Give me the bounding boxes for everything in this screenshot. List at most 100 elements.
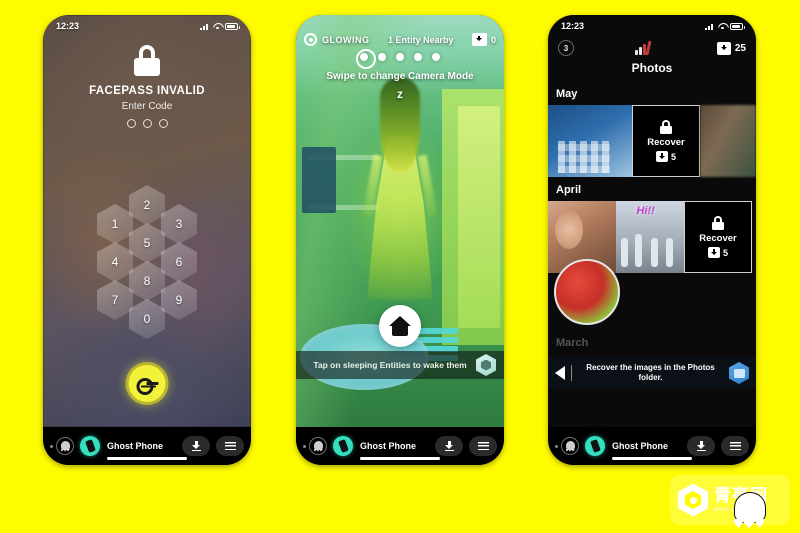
app-icon[interactable] [585, 436, 605, 456]
wifi-icon [718, 23, 727, 30]
snapchat-ghost-icon[interactable] [309, 437, 327, 455]
bar-actions [182, 436, 244, 456]
lock-title: FACEPASS INVALID [89, 85, 205, 97]
page-title: Photos [631, 61, 673, 75]
recover-count: 5 [707, 247, 728, 258]
camera-mode-label: GLOWING [322, 34, 370, 45]
home-indicator [360, 457, 440, 460]
keypad-key-6[interactable]: 6 [161, 242, 197, 282]
capture-count: 0 [490, 34, 496, 45]
notification-dot [555, 444, 558, 448]
hex-badge-icon[interactable] [729, 362, 749, 384]
keypad-key-1[interactable]: 1 [97, 204, 133, 244]
ghost-entity[interactable] [345, 76, 455, 307]
sleep-indicator: z [397, 87, 403, 101]
lock-screen-content: 12:23 FACEPASS INVALID Enter Code 2 1 3 [43, 15, 251, 427]
download-count: 25 [734, 42, 746, 54]
dancing-photo[interactable]: Hi!! [616, 201, 684, 273]
snapchat-ghost-icon[interactable] [56, 437, 74, 455]
photos-list[interactable]: May Recover 5 April Hi!! Recover 5 March [548, 81, 756, 389]
ar-door [458, 105, 500, 329]
status-icons [200, 22, 240, 30]
scan-mode-icon [304, 33, 317, 46]
camera-top-bar: GLOWING 1 Entity Nearby 0 [296, 33, 504, 46]
keypad-key-8[interactable]: 8 [129, 261, 165, 301]
ghost-icon [734, 492, 766, 528]
phone-photos-screen: 12:23 3 25 Photos May Recover 5 April Hi… [548, 15, 756, 465]
menu-button[interactable] [721, 436, 749, 456]
mode-dot[interactable] [378, 53, 386, 61]
signal-icon [705, 22, 715, 30]
blurred-photo[interactable] [700, 105, 756, 177]
recover-label: Recover [699, 233, 737, 244]
download-icon [716, 41, 731, 55]
notification-dot [303, 444, 306, 448]
menu-button[interactable] [469, 436, 497, 456]
entity-count-badge: 3 [558, 40, 574, 56]
bedroom-photo[interactable] [548, 105, 632, 177]
key-button[interactable] [125, 362, 169, 405]
photo-overlay-text: Hi!! [636, 205, 655, 218]
keypad-key-9[interactable]: 9 [161, 280, 197, 320]
download-button[interactable] [182, 436, 210, 456]
recover-tile-may[interactable]: Recover 5 [632, 105, 700, 177]
app-name: Ghost Phone [360, 441, 416, 451]
keypad-key-2[interactable]: 2 [129, 185, 165, 225]
mode-dot[interactable] [432, 53, 440, 61]
download-button[interactable] [687, 436, 715, 456]
mode-dot-active[interactable] [356, 49, 376, 69]
lock-icon [712, 216, 724, 230]
tip-text: Tap on sleeping Entities to wake them [313, 360, 467, 370]
camera-screen-content: GLOWING 1 Entity Nearby 0 Swipe to chang… [296, 15, 504, 427]
app-icon[interactable] [80, 436, 100, 456]
recover-count: 5 [655, 151, 676, 162]
hex-badge-icon[interactable] [476, 354, 496, 376]
battery-icon [225, 22, 240, 30]
photo-row-april: Hi!! Recover 5 [548, 201, 756, 325]
status-time: 12:23 [56, 21, 80, 31]
camera-mode-dots [296, 49, 504, 69]
mode-dot[interactable] [396, 53, 404, 61]
status-icons [705, 22, 745, 30]
keypad-key-4[interactable]: 4 [97, 242, 133, 282]
key-icon [136, 378, 158, 395]
app-name: Ghost Phone [612, 441, 668, 451]
watermark: 青亭网 www.7tin.cn [670, 475, 790, 525]
code-dots [43, 119, 251, 128]
photo-row-may: Recover 5 [548, 105, 756, 177]
app-icon[interactable] [333, 436, 353, 456]
download-counter: 25 [716, 41, 746, 55]
entity-nearby-label: 1 Entity Nearby [387, 34, 454, 45]
home-indicator [107, 457, 187, 460]
status-bar: 12:23 [43, 15, 251, 37]
fruit-bowl-photo[interactable] [554, 259, 620, 325]
home-indicator [612, 457, 692, 460]
keypad-key-5[interactable]: 5 [129, 223, 165, 263]
photos-header: 3 25 [548, 37, 756, 59]
keypad-key-3[interactable]: 3 [161, 204, 197, 244]
back-arrow-icon[interactable] [555, 366, 565, 380]
status-time: 12:23 [561, 21, 585, 31]
ar-tv [302, 146, 336, 213]
bar-actions [687, 436, 749, 456]
lock-icon [134, 45, 160, 76]
app-name: Ghost Phone [107, 441, 163, 451]
download-button[interactable] [435, 436, 463, 456]
menu-button[interactable] [216, 436, 244, 456]
snapchat-ghost-icon[interactable] [561, 437, 579, 455]
recover-label: Recover [647, 137, 685, 148]
toast-notification[interactable]: Recover the images in the Photos folder. [548, 357, 756, 389]
lock-icon [660, 120, 672, 134]
code-dot [158, 119, 168, 128]
mode-dot[interactable] [414, 53, 422, 61]
lock-header: FACEPASS INVALID Enter Code [43, 45, 251, 128]
wifi-icon [213, 23, 222, 30]
divider [571, 365, 572, 381]
recover-count-value: 5 [670, 151, 676, 162]
keypad-key-7[interactable]: 7 [97, 280, 133, 320]
home-button[interactable] [379, 305, 421, 347]
recover-tile-april[interactable]: Recover 5 [684, 201, 752, 273]
photos-screen-content: 12:23 3 25 Photos May Recover 5 April Hi… [548, 15, 756, 427]
month-label-april: April [556, 184, 582, 196]
notification-dot [50, 444, 53, 448]
